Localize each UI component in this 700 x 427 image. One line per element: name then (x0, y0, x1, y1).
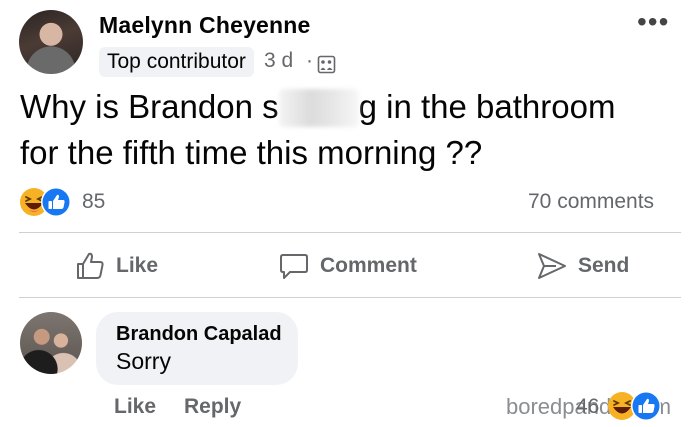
comment-bubble-icon (280, 254, 308, 279)
thumbs-up-icon (77, 252, 104, 279)
censored-word-blur (278, 89, 359, 127)
send-arrow-icon (538, 253, 566, 279)
comment-reply-button[interactable]: Reply (184, 395, 241, 419)
comments-count[interactable]: 70 comments (528, 190, 654, 214)
author-avatar[interactable] (19, 10, 83, 74)
like-reaction-icon (41, 187, 71, 217)
separator-dot: · (306, 49, 313, 72)
divider (19, 297, 681, 298)
top-contributor-badge: Top contributor (99, 47, 254, 77)
comment-like-button[interactable]: Like (114, 395, 156, 419)
like-reaction-icon (631, 391, 661, 421)
send-button[interactable]: Send (536, 246, 629, 286)
commenter-name[interactable]: Brandon Capalad (116, 323, 282, 346)
author-name[interactable]: Maelynn Cheyenne (99, 12, 311, 39)
more-options-icon[interactable]: ••• (637, 6, 669, 38)
divider (19, 232, 681, 233)
reaction-count[interactable]: 85 (82, 190, 105, 214)
comment-button[interactable]: Comment (278, 246, 417, 286)
send-label: Send (578, 254, 630, 277)
post-text-line-2: for the fifth time this morning ?? (20, 134, 483, 171)
like-button[interactable]: Like (74, 246, 158, 286)
post-text-end: g in the bathroom (358, 88, 616, 125)
comment-reaction-icons[interactable] (606, 390, 664, 422)
post-text-line-1: Why is Brandon s g in the bathroom (20, 88, 615, 127)
group-audience-icon (317, 55, 336, 74)
comment-label: Comment (320, 254, 417, 277)
post-time[interactable]: 3 d (264, 49, 293, 73)
reaction-icons[interactable] (18, 186, 74, 218)
like-label: Like (116, 254, 159, 277)
comment-reaction-count[interactable]: 46 (576, 395, 599, 419)
commenter-avatar[interactable] (20, 312, 82, 374)
post-text-start: Why is Brandon s (20, 88, 279, 125)
comment-text: Sorry (116, 348, 171, 374)
